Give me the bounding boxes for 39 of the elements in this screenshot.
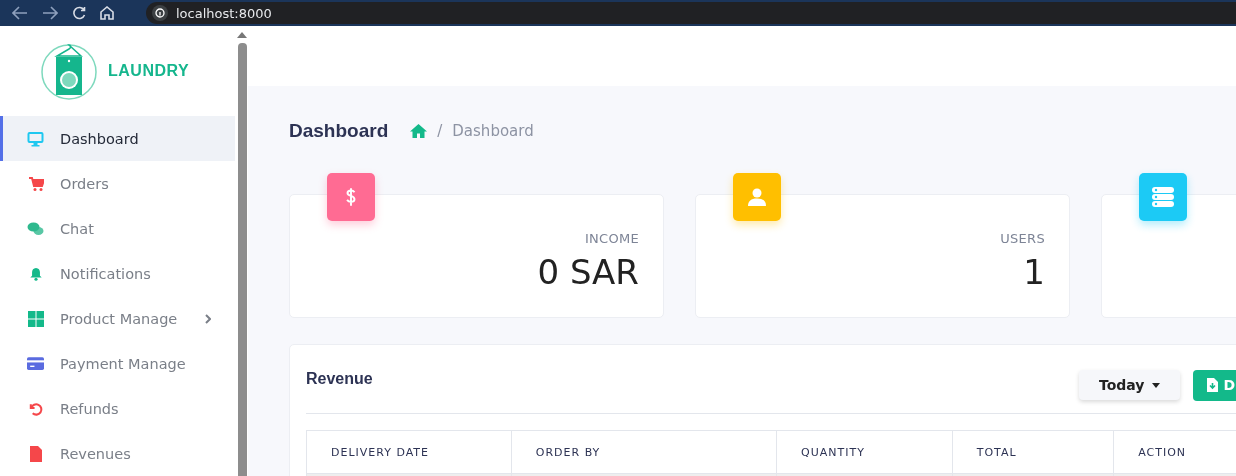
breadcrumb-separator: / <box>437 122 443 140</box>
sidebar-item[interactable]: Orders <box>0 161 235 206</box>
sidebar-item[interactable]: Chat <box>0 206 235 251</box>
caret-down-icon <box>1152 382 1161 388</box>
column-header: TOTAL <box>952 430 1114 474</box>
sidebar-item[interactable]: Refunds <box>0 386 235 431</box>
info-icon <box>155 8 165 18</box>
dollar-icon <box>344 186 358 208</box>
brand-name: LAUNDRY <box>108 62 190 80</box>
column-header: ACTION <box>1113 430 1236 474</box>
url-text: localhost:8000 <box>176 5 272 21</box>
column-header: DELIVERY DATE <box>306 430 512 474</box>
stat-value: 1 <box>1023 252 1045 292</box>
sidebar-item[interactable]: Payment Manage <box>0 341 235 386</box>
stat-value: 0 SAR <box>537 252 639 292</box>
reload-icon[interactable] <box>72 6 86 20</box>
scroll-up-arrow-icon[interactable] <box>237 32 247 38</box>
back-arrow-icon[interactable] <box>12 6 28 20</box>
sidebar-item[interactable]: Revenues <box>0 431 235 476</box>
home-icon[interactable] <box>100 6 114 20</box>
address-bar[interactable]: localhost:8000 <box>146 2 1236 24</box>
stat-label: USERS <box>1000 231 1045 246</box>
user-icon <box>747 187 767 207</box>
server-icon <box>1151 186 1175 208</box>
laundry-logo-icon <box>40 42 98 100</box>
sidebar-item[interactable]: Dashboard <box>0 116 235 161</box>
breadcrumb-item: Dashboard <box>452 122 534 140</box>
column-header: QUANTITY <box>776 430 953 474</box>
stat-label: INCOME <box>584 231 639 246</box>
export-button[interactable]: D <box>1193 369 1236 401</box>
column-header: ORDER BY <box>511 430 777 474</box>
forward-arrow-icon[interactable] <box>42 6 58 20</box>
file-download-icon <box>1207 378 1219 392</box>
section-title: Revenue <box>306 370 374 388</box>
sidebar-item[interactable]: Notifications <box>0 251 235 296</box>
period-dropdown[interactable]: Today <box>1079 370 1181 400</box>
sidebar-item[interactable]: Product Manage <box>0 296 235 341</box>
scrollbar-thumb[interactable] <box>237 43 247 476</box>
page-title: Dashboard <box>289 120 389 142</box>
